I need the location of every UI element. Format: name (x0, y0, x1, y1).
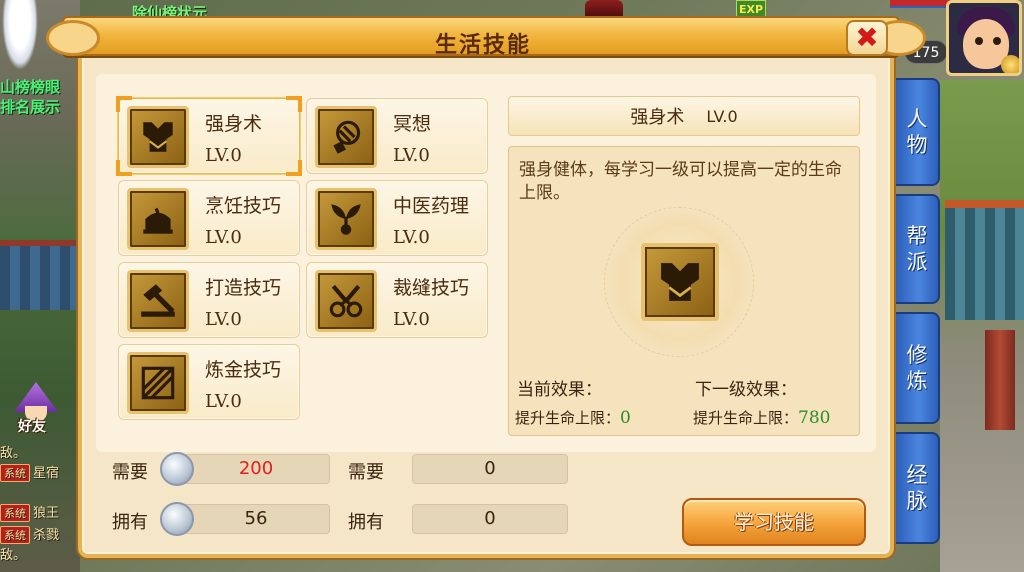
chat-line: 敌。 (0, 548, 27, 563)
next-effect-title: 下一级效果： (695, 380, 797, 400)
ranking-label-1[interactable]: 山榜榜眼 (0, 76, 60, 97)
silver-coin-icon (160, 502, 194, 536)
dialog-title: 生活技能 (434, 33, 531, 58)
need-value-bar: 200 (182, 454, 330, 484)
need-label: 需要 (112, 462, 148, 483)
chat-line: 系统 杀戮 (0, 524, 59, 544)
skill-level: LV.0 (205, 309, 242, 330)
own-value-bar: 56 (182, 504, 330, 534)
friend-label: 好友 (18, 419, 46, 435)
hammer-icon (127, 270, 189, 332)
skill-name: 冥想 (393, 113, 432, 135)
own-label-2: 拥有 (348, 512, 384, 533)
scene-right (940, 80, 1024, 572)
avatar-eye (975, 37, 983, 45)
coin-icon (1001, 55, 1019, 73)
skill-card-forging[interactable]: 打造技巧 LV.0 (118, 262, 300, 338)
current-effect-label: 提升生命上限： (515, 409, 621, 427)
skill-name: 强身术 (205, 113, 263, 135)
friend-button[interactable]: 好友 (8, 382, 64, 435)
armor-icon (127, 106, 189, 168)
tab-meridian[interactable]: 经脉 (896, 432, 940, 544)
avatar-eye (993, 37, 1001, 45)
skill-name: 中医药理 (393, 195, 470, 217)
skill-level: LV.0 (393, 309, 430, 330)
tab-character-label: 人物 (906, 107, 928, 157)
need-label-2: 需要 (348, 462, 384, 483)
current-effect-value: 0 (620, 408, 631, 428)
chat-line: 敌。 (0, 446, 27, 461)
cooking-icon (127, 188, 189, 250)
alchemy-icon (127, 352, 189, 414)
skill-level: LV.0 (205, 227, 242, 248)
tab-cultivation-label: 修炼 (906, 343, 928, 393)
next-effect-value: 780 (798, 408, 831, 428)
tab-guild[interactable]: 帮派 (896, 194, 940, 304)
tab-character[interactable]: 人物 (896, 78, 940, 186)
skill-card-tailoring[interactable]: 裁缝技巧 LV.0 (306, 262, 488, 338)
silver-coin-icon (160, 452, 194, 486)
tab-meridian-label: 经脉 (906, 463, 928, 513)
system-tag: 系统 (0, 526, 30, 544)
next-effect: 提升生命上限：780 (693, 407, 830, 428)
skill-card-cooking[interactable]: 烹饪技巧 LV.0 (118, 180, 300, 256)
selected-skill-name: 强身术 (630, 107, 685, 128)
skill-card-meditation[interactable]: 冥想 LV.0 (306, 98, 488, 174)
selected-skill-level: LV.0 (706, 106, 738, 126)
system-tag: 系统 (0, 464, 30, 482)
skill-card-alchemy[interactable]: 炼金技巧 LV.0 (118, 344, 300, 420)
scissors-icon (315, 270, 377, 332)
own-label: 拥有 (112, 512, 148, 533)
tab-guild-label: 帮派 (906, 224, 928, 274)
scene-roof-right (945, 200, 1024, 320)
system-tag: 系统 (0, 504, 30, 522)
skill-level: LV.0 (205, 391, 242, 412)
learn-skill-button[interactable]: 学习技能 (682, 498, 866, 546)
chat-line: 系统 星宿 (0, 462, 59, 482)
armor-icon (641, 243, 719, 321)
close-button[interactable]: ✖ (846, 20, 888, 56)
chat-line: 系统 狼王 (0, 502, 59, 522)
next-effect-label: 提升生命上限： (693, 409, 799, 427)
skill-name: 裁缝技巧 (393, 277, 470, 299)
skill-name: 打造技巧 (205, 277, 282, 299)
skill-name: 炼金技巧 (205, 359, 282, 381)
herb-icon (315, 188, 377, 250)
meditation-icon (315, 106, 377, 168)
own-value-bar-2: 0 (412, 504, 568, 534)
scene-roof-left (0, 240, 78, 310)
skill-detail-panel: 强身健体，每学习一级可以提高一定的生命上限。 当前效果： 下一级效果： 提升生命… (508, 146, 860, 436)
skill-card-strength[interactable]: 强身术 LV.0 (116, 96, 302, 176)
hp-bar (890, 0, 950, 8)
ranking-label-2[interactable]: 排名展示 (0, 96, 60, 117)
scene-pillar (985, 330, 1015, 430)
selected-skill-header: 强身术 LV.0 (508, 96, 860, 136)
need-value-bar-2: 0 (412, 454, 568, 484)
tab-cultivation[interactable]: 修炼 (896, 312, 940, 424)
current-effect: 提升生命上限：0 (515, 407, 631, 428)
current-effect-title: 当前效果： (517, 380, 602, 400)
skill-level: LV.0 (393, 145, 430, 166)
skill-name: 烹饪技巧 (205, 195, 282, 217)
skill-card-medicine[interactable]: 中医药理 LV.0 (306, 180, 488, 256)
skill-description: 强身健体，每学习一级可以提高一定的生命上限。 (519, 160, 842, 203)
skill-level: LV.0 (205, 145, 242, 166)
skill-level: LV.0 (393, 227, 430, 248)
selection-corner (286, 96, 302, 112)
selection-corner (286, 160, 302, 176)
